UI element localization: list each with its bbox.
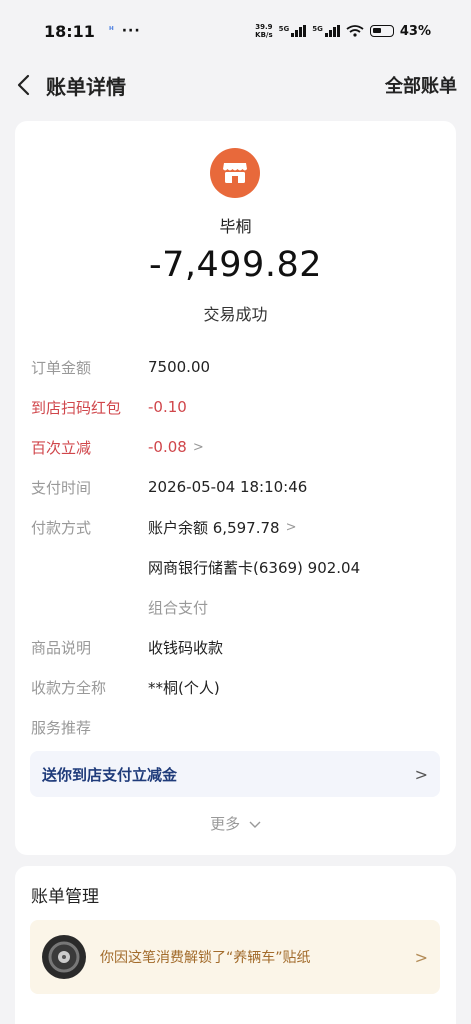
- bill-manage-card: 账单管理 你因这笔消费解锁了“养辆车”贴纸 >: [15, 866, 456, 1024]
- more-button[interactable]: 更多: [15, 813, 456, 834]
- chevron-right-icon: >: [414, 764, 428, 784]
- signal-icon-2: 5G: [312, 25, 340, 37]
- chevron-left-icon: [17, 74, 30, 96]
- promo-banner[interactable]: 送你到店支付立减金 >: [30, 751, 440, 797]
- net-speed: 39.9 KB/s: [255, 23, 272, 39]
- more-label: 更多: [210, 815, 241, 833]
- row-label: 商品说明: [31, 638, 92, 657]
- transaction-amount: -7,499.82: [149, 245, 322, 285]
- net-speed-value: 39.9: [255, 23, 273, 31]
- row-label: 支付时间: [31, 478, 92, 497]
- store-icon: [223, 163, 247, 183]
- row-value: **桐(个人): [148, 678, 220, 697]
- net-speed-unit: KB/s: [255, 31, 273, 39]
- bill-detail-card: 毕桐 -7,499.82 交易成功 订单金额 7500.00 到店扫码红包 -0…: [15, 121, 456, 855]
- row-value: 收钱码收款: [148, 638, 224, 657]
- transaction-status: 交易成功: [203, 305, 268, 324]
- row-value: -0.08: [148, 438, 187, 456]
- manage-title: 账单管理: [31, 887, 99, 907]
- sticker-banner[interactable]: 你因这笔消费解锁了“养辆车”贴纸 >: [30, 920, 440, 994]
- signal-icon: 5G: [279, 25, 307, 37]
- detail-row-pay-time: 支付时间 2026-05-04 18:10:46: [31, 473, 441, 501]
- detail-row-combined-pay: 组合支付: [31, 593, 441, 621]
- back-button[interactable]: [12, 74, 34, 96]
- row-label: 付款方式: [31, 518, 92, 537]
- row-label: 服务推荐: [31, 718, 92, 737]
- sticker-text: 你因这笔消费解锁了“养辆车”贴纸: [100, 950, 311, 966]
- sticker-icon: [42, 935, 86, 979]
- status-icons: 39.9 KB/s 5G 5G 43%: [255, 23, 431, 39]
- detail-row-goods-desc: 商品说明 收钱码收款: [31, 633, 441, 661]
- row-value: 组合支付: [148, 597, 208, 618]
- status-bar: 18:11 ᴴ ··· 39.9 KB/s 5G 5G 43%: [0, 0, 471, 62]
- tire-icon: [48, 941, 80, 973]
- battery-icon: [369, 25, 394, 37]
- combined-pay-text: 组合支付: [148, 598, 209, 617]
- chevron-right-icon: >: [285, 519, 297, 535]
- more-notifications-icon: ···: [121, 23, 141, 39]
- merchant-name: 毕桐: [219, 217, 252, 236]
- status-time: 18:11: [44, 21, 95, 41]
- chevron-right-icon: >: [192, 439, 204, 455]
- all-bills-link[interactable]: 全部账单: [385, 72, 457, 98]
- detail-row-discount[interactable]: 百次立减 -0.08 >: [31, 433, 441, 461]
- page-title: 账单详情: [46, 74, 126, 99]
- row-value: 网商银行储蓄卡(6369) 902.04: [148, 558, 361, 577]
- merchant-avatar: [210, 148, 260, 198]
- row-label: 到店扫码红包: [31, 398, 122, 417]
- row-value: -0.10: [148, 398, 187, 416]
- promo-text: 送你到店支付立减金: [42, 765, 178, 784]
- chevron-down-icon: [249, 821, 261, 828]
- detail-row-service: 服务推荐: [31, 713, 441, 741]
- header: 账单详情 全部账单: [0, 62, 471, 108]
- notification-icon: ᴴ: [108, 26, 114, 36]
- signal-tag-2: 5G: [312, 25, 323, 33]
- row-label: 百次立减: [31, 438, 92, 457]
- detail-row-payee: 收款方全称 **桐(个人): [31, 673, 441, 701]
- row-label: 订单金额: [31, 358, 92, 377]
- row-value: 账户余额 6,597.78: [148, 518, 280, 537]
- detail-row-bank-card: 网商银行储蓄卡(6369) 902.04: [31, 553, 441, 581]
- detail-row-red-packet: 到店扫码红包 -0.10: [31, 393, 441, 421]
- detail-row-payment-method[interactable]: 付款方式 账户余额 6,597.78 >: [31, 513, 441, 541]
- battery-percent: 43%: [399, 23, 431, 39]
- row-value: 7500.00: [148, 358, 211, 376]
- chevron-right-icon: >: [414, 947, 428, 967]
- wifi-icon: [346, 25, 364, 37]
- row-label: 收款方全称: [31, 678, 107, 697]
- signal-tag: 5G: [278, 25, 290, 33]
- detail-row-order-amount: 订单金额 7500.00: [31, 353, 441, 381]
- row-value: 2026-05-04 18:10:46: [148, 478, 308, 496]
